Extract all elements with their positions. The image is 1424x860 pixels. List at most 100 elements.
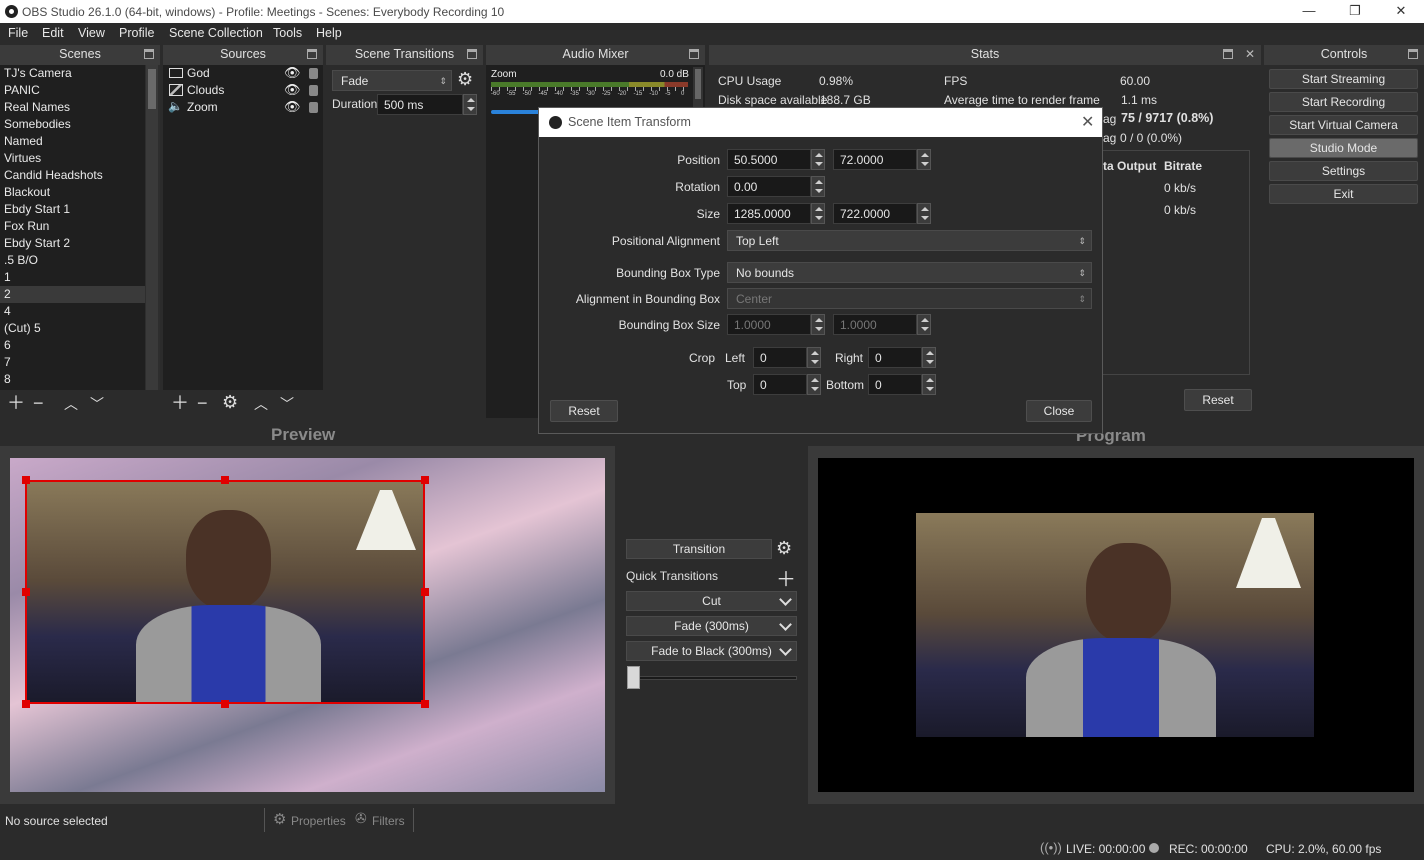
scene-item[interactable]: Named xyxy=(0,133,145,150)
scene-item[interactable]: 6 xyxy=(0,337,145,354)
menu-file[interactable]: File xyxy=(8,26,28,40)
source-row[interactable]: 🔈 Zoom 👁 xyxy=(163,99,323,116)
lock-icon[interactable] xyxy=(309,85,318,96)
bounding-box-type-select[interactable]: No bounds ⇕ xyxy=(727,262,1092,283)
scene-item[interactable]: 1 xyxy=(0,269,145,286)
visibility-eye-icon[interactable]: 👁 xyxy=(284,99,301,115)
lock-icon[interactable] xyxy=(309,102,318,113)
dialog-close-icon[interactable]: ✕ xyxy=(1081,112,1094,132)
duration-input[interactable]: 500 ms xyxy=(377,94,463,115)
source-settings-gear-icon[interactable]: ⚙ xyxy=(222,393,238,411)
scene-item-selected[interactable]: 2 xyxy=(0,286,145,303)
scene-item[interactable]: PANIC xyxy=(0,82,145,99)
scene-item[interactable]: 4 xyxy=(0,303,145,320)
preview-area[interactable] xyxy=(0,446,615,804)
add-scene-button[interactable]: ＋ xyxy=(7,394,25,412)
resize-handle[interactable] xyxy=(22,588,30,596)
float-dock-icon[interactable] xyxy=(307,49,317,59)
resize-handle[interactable] xyxy=(22,476,30,484)
crop-top-spinner[interactable] xyxy=(807,374,821,395)
crop-bottom-spinner[interactable] xyxy=(922,374,936,395)
resize-handle[interactable] xyxy=(421,476,429,484)
scenes-scroll-thumb[interactable] xyxy=(148,69,156,109)
size-height-input[interactable]: 722.0000 xyxy=(833,203,917,224)
crop-bottom-input[interactable]: 0 xyxy=(868,374,922,395)
start-virtual-camera-button[interactable]: Start Virtual Camera xyxy=(1269,115,1418,135)
start-streaming-button[interactable]: Start Streaming xyxy=(1269,69,1418,89)
lock-icon[interactable] xyxy=(309,68,318,79)
scene-item[interactable]: .5 B/O xyxy=(0,252,145,269)
visibility-eye-icon[interactable]: 👁 xyxy=(284,65,301,81)
properties-gear-icon[interactable]: ⚙ xyxy=(273,810,286,828)
source-row[interactable]: Clouds 👁 xyxy=(163,82,323,99)
transition-select[interactable]: Fade ⇕ xyxy=(332,70,452,91)
scene-item[interactable]: Candid Headshots xyxy=(0,167,145,184)
close-dock-icon[interactable]: ✕ xyxy=(1245,45,1255,64)
source-row[interactable]: God 👁 xyxy=(163,65,323,82)
move-up-icon[interactable]: ︿ xyxy=(64,395,78,413)
selection-box[interactable] xyxy=(25,480,425,704)
crop-left-spinner[interactable] xyxy=(807,347,821,368)
move-up-icon[interactable]: ︿ xyxy=(254,395,268,413)
scene-item[interactable]: Virtues xyxy=(0,150,145,167)
dialog-reset-button[interactable]: Reset xyxy=(550,400,618,422)
position-x-spinner[interactable] xyxy=(811,149,825,170)
studio-mode-button[interactable]: Studio Mode xyxy=(1269,138,1418,158)
scene-item[interactable]: Blackout xyxy=(0,184,145,201)
scenes-scrollbar[interactable] xyxy=(146,65,158,390)
float-dock-icon[interactable] xyxy=(467,49,477,59)
scene-item[interactable]: Real Names xyxy=(0,99,145,116)
tbar-slider-handle[interactable] xyxy=(627,666,640,689)
size-width-spinner[interactable] xyxy=(811,203,825,224)
scene-item[interactable]: Fox Run xyxy=(0,218,145,235)
stats-reset-button[interactable]: Reset xyxy=(1184,389,1252,411)
resize-handle[interactable] xyxy=(221,700,229,708)
crop-left-input[interactable]: 0 xyxy=(753,347,807,368)
duration-spinner[interactable] xyxy=(463,94,477,115)
visibility-eye-icon[interactable]: 👁 xyxy=(284,82,301,98)
menu-scene-collection[interactable]: Scene Collection xyxy=(169,26,263,40)
crop-right-spinner[interactable] xyxy=(922,347,936,368)
filters-button[interactable]: Filters xyxy=(372,814,405,828)
resize-handle[interactable] xyxy=(421,700,429,708)
rotation-spinner[interactable] xyxy=(811,176,825,197)
transition-gear-icon[interactable]: ⚙ xyxy=(776,538,792,559)
float-dock-icon[interactable] xyxy=(1408,49,1418,59)
float-dock-icon[interactable] xyxy=(144,49,154,59)
positional-alignment-select[interactable]: Top Left ⇕ xyxy=(727,230,1092,251)
resize-handle[interactable] xyxy=(221,476,229,484)
rotation-input[interactable]: 0.00 xyxy=(727,176,811,197)
chevron-down-icon[interactable] xyxy=(779,618,792,631)
close-window-button[interactable]: ✕ xyxy=(1378,0,1424,23)
volume-slider[interactable] xyxy=(491,110,541,114)
cut-button[interactable]: Cut xyxy=(626,591,797,611)
chevron-down-icon[interactable] xyxy=(779,593,792,606)
scene-item[interactable]: Ebdy Start 2 xyxy=(0,235,145,252)
size-width-input[interactable]: 1285.0000 xyxy=(727,203,811,224)
mixer-scroll-thumb[interactable] xyxy=(695,69,701,99)
move-down-icon[interactable]: ﹀ xyxy=(90,395,104,413)
crop-top-input[interactable]: 0 xyxy=(753,374,807,395)
resize-handle[interactable] xyxy=(421,588,429,596)
float-dock-icon[interactable] xyxy=(689,49,699,59)
resize-handle[interactable] xyxy=(22,700,30,708)
scene-item[interactable]: (Cut) 5 xyxy=(0,320,145,337)
menu-edit[interactable]: Edit xyxy=(42,26,64,40)
add-quick-transition-icon[interactable]: ＋ xyxy=(776,563,796,592)
menu-profile[interactable]: Profile xyxy=(119,26,154,40)
scene-item[interactable]: 8 xyxy=(0,371,145,388)
chevron-down-icon[interactable] xyxy=(779,643,792,656)
minimize-button[interactable]: — xyxy=(1286,0,1332,23)
settings-button[interactable]: Settings xyxy=(1269,161,1418,181)
move-down-icon[interactable]: ﹀ xyxy=(280,395,294,413)
fade-button[interactable]: Fade (300ms) xyxy=(626,616,797,636)
fade-to-black-button[interactable]: Fade to Black (300ms) xyxy=(626,641,797,661)
restore-button[interactable]: ❐ xyxy=(1332,0,1378,23)
size-height-spinner[interactable] xyxy=(917,203,931,224)
tbar-slider-track[interactable] xyxy=(627,676,797,680)
add-source-button[interactable]: ＋ xyxy=(171,394,189,412)
position-y-input[interactable]: 72.0000 xyxy=(833,149,917,170)
scene-item[interactable]: TJ's Camera xyxy=(0,65,145,82)
float-dock-icon[interactable] xyxy=(1223,49,1233,59)
crop-right-input[interactable]: 0 xyxy=(868,347,922,368)
